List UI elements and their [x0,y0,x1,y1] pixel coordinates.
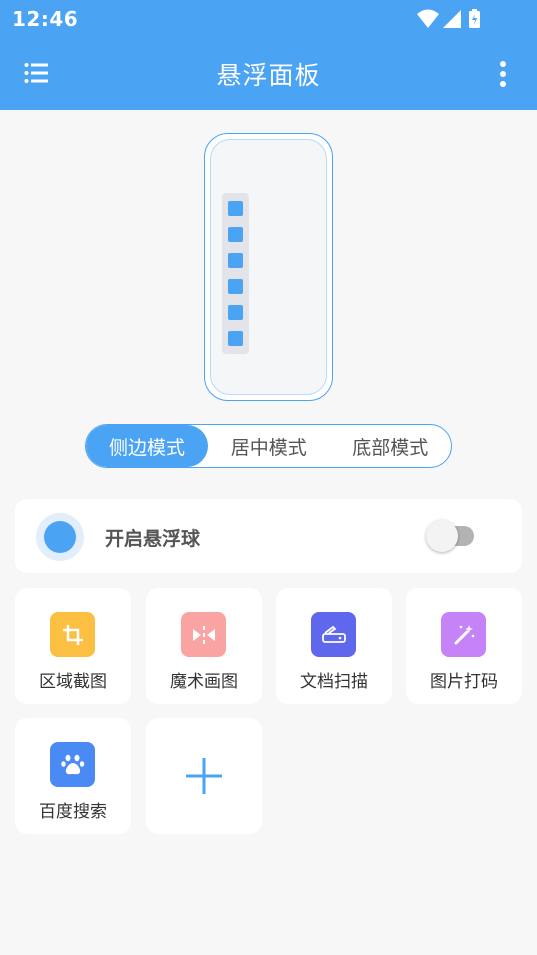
baidu-paw-icon [50,742,95,787]
tool-image-mosaic[interactable]: 图片打码 [406,588,522,704]
preview-dot [228,331,243,346]
magic-wand-icon [441,612,486,657]
mode-center-tab[interactable]: 居中模式 [208,425,330,467]
floating-ball-label: 开启悬浮球 [105,528,201,550]
magic-draw-icon [181,612,226,657]
status-bar: 12:46 [0,0,537,36]
status-icons [417,8,497,30]
app-header: 12:46 悬浮面板 [0,0,537,110]
scanner-icon [311,612,356,657]
floating-ball-switch[interactable] [426,520,474,552]
switch-thumb[interactable] [426,520,458,552]
tool-label: 区域截图 [39,672,107,692]
wifi-icon [417,9,439,28]
signal-icon [443,10,461,28]
mode-side-tab[interactable]: 侧边模式 [86,425,208,467]
status-time: 12:46 [12,7,79,31]
page-title: 悬浮面板 [216,61,321,90]
tool-label: 图片打码 [430,672,498,692]
add-tool-button[interactable] [146,718,262,834]
app-bar: 悬浮面板 [0,36,537,110]
tool-document-scan[interactable]: 文档扫描 [276,588,392,704]
side-panel-preview [222,193,249,354]
tool-magic-draw[interactable]: 魔术画图 [146,588,262,704]
floating-ball-icon [36,513,84,561]
tool-label: 百度搜索 [39,802,107,822]
preview-dot [228,253,243,268]
crop-icon [50,612,95,657]
floating-ball-card: 开启悬浮球 [15,499,522,573]
mode-selector: 侧边模式 居中模式 底部模式 [85,424,452,468]
tool-region-screenshot[interactable]: 区域截图 [15,588,131,704]
battery-icon [469,9,480,28]
preview-dot [228,279,243,294]
plus-icon [186,758,222,794]
mode-bottom-tab[interactable]: 底部模式 [330,425,452,467]
tool-baidu-search[interactable]: 百度搜索 [15,718,131,834]
tool-label: 文档扫描 [300,672,368,692]
preview-dot [228,201,243,216]
tool-label: 魔术画图 [170,672,238,692]
preview-screen [210,139,327,395]
preview-dot [228,305,243,320]
more-options-icon[interactable] [499,60,507,88]
preview-dot [228,227,243,242]
panel-preview [204,133,333,401]
